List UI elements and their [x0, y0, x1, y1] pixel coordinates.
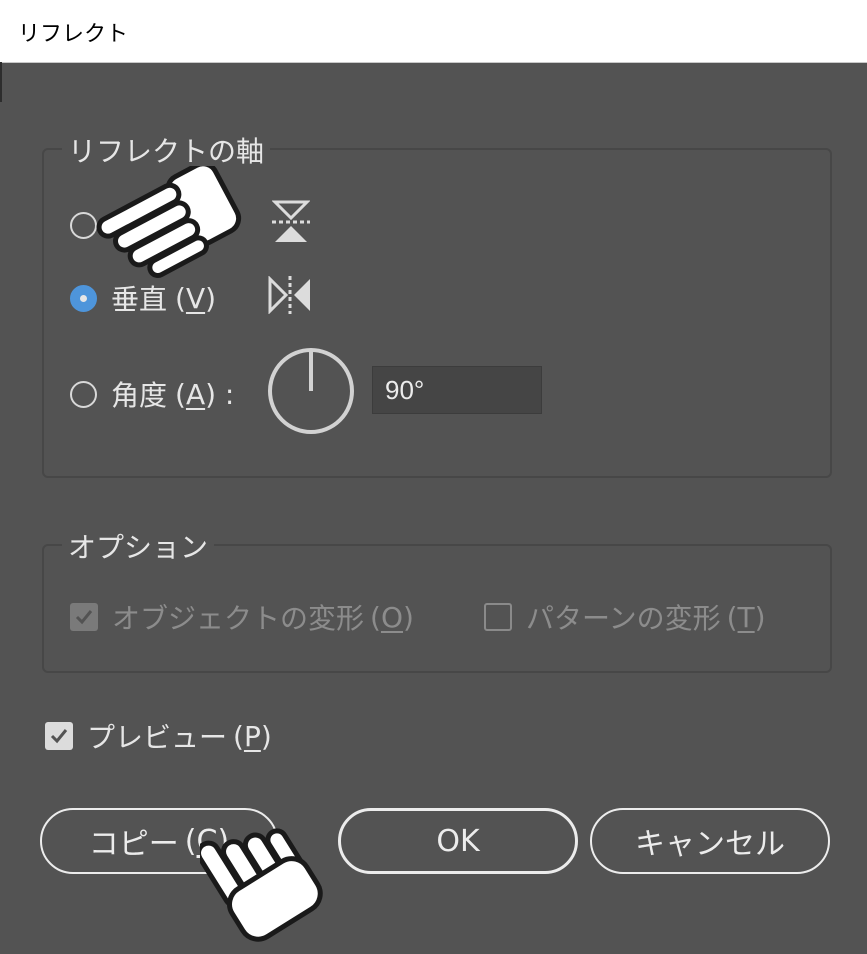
window-title: リフレクト — [18, 22, 129, 47]
preview-mnemonic: P — [243, 719, 261, 753]
checkbox-preview[interactable]: プレビュー (P) — [45, 716, 272, 756]
pointing-hand-icon — [96, 166, 242, 279]
check-icon — [50, 729, 68, 744]
radio-vertical-button[interactable] — [70, 284, 97, 312]
checkbox-transform-patterns[interactable]: パターンの変形 (T) — [484, 597, 766, 637]
angle-input[interactable] — [372, 366, 542, 414]
transform-objects-label: オブジェクトの変形 — [112, 602, 365, 635]
transform-patterns-checkbox[interactable] — [484, 603, 512, 631]
cancel-button[interactable]: キャンセル — [590, 808, 830, 874]
transform-patterns-label: パターンの変形 — [526, 602, 721, 635]
reflect-vertical-icon — [268, 276, 310, 314]
radio-vertical[interactable]: 垂直 (V) — [70, 278, 216, 318]
checkbox-transform-objects[interactable]: オブジェクトの変形 (O) — [70, 597, 414, 637]
angle-dial-icon[interactable] — [266, 346, 356, 436]
window-edge — [0, 62, 2, 102]
radio-angle-button[interactable] — [70, 380, 97, 408]
check-icon — [75, 610, 93, 625]
radio-angle-label: 角度 — [111, 379, 168, 412]
radio-vertical-label: 垂直 — [111, 283, 168, 316]
title-bar: リフレクト — [0, 0, 867, 63]
radio-angle-mnemonic: A — [185, 377, 206, 411]
copy-button-label: コピー — [88, 827, 179, 862]
axis-group-legend: リフレクトの軸 — [62, 130, 271, 170]
radio-vertical-mnemonic: V — [185, 281, 206, 315]
ok-button[interactable]: OK — [338, 808, 578, 874]
preview-label: プレビュー — [87, 721, 228, 754]
reflect-horizontal-icon — [272, 200, 310, 242]
transform-patterns-mnemonic: T — [737, 600, 755, 634]
transform-objects-checkbox[interactable] — [70, 603, 98, 631]
pointing-hand-icon — [200, 828, 323, 942]
radio-angle[interactable]: 角度 (A) : — [70, 374, 234, 414]
options-group-legend: オプション — [62, 526, 215, 566]
transform-objects-mnemonic: O — [380, 600, 403, 634]
preview-checkbox[interactable] — [45, 722, 73, 750]
